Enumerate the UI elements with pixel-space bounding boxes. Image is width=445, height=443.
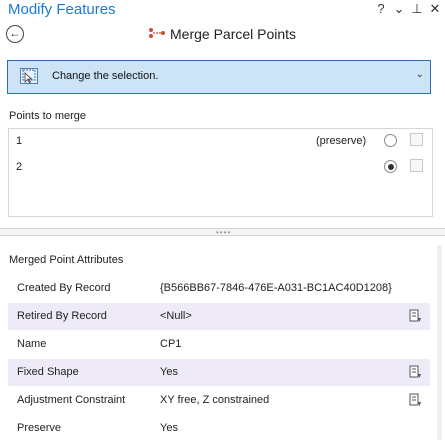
preserve-tag: (preserve) (316, 135, 367, 147)
attribute-row[interactable]: Retired By Record <Null> (8, 303, 430, 331)
flash-point-icon[interactable] (410, 133, 423, 146)
attribute-value[interactable]: {B566BB67-7846-476E-A031-BC1AC40D1208} (160, 282, 392, 294)
flash-point-icon[interactable] (410, 159, 423, 172)
attribute-name: Retired By Record (17, 310, 107, 322)
field-options-icon[interactable] (409, 393, 422, 408)
pin-icon[interactable]: ⊥ (411, 1, 423, 17)
merge-points-icon (148, 27, 166, 42)
points-to-merge-label: Points to merge (9, 110, 87, 122)
point-radio-1[interactable] (384, 134, 397, 147)
attribute-name: Adjustment Constraint (17, 394, 126, 406)
pane-splitter[interactable]: •••• (0, 228, 445, 237)
pane-controls: ? ⌄ ⊥ ✕ (375, 1, 441, 17)
attribute-value[interactable]: <Null> (160, 310, 192, 322)
change-selection-dropdown[interactable]: Change the selection. ⌄ (7, 60, 431, 94)
attribute-value[interactable]: CP1 (160, 338, 181, 350)
point-radio-2[interactable] (384, 160, 397, 173)
field-options-icon[interactable] (409, 365, 422, 380)
pane-titlebar: Modify Features ? ⌄ ⊥ ✕ (0, 0, 445, 22)
attribute-row[interactable]: Name CP1 (8, 331, 430, 359)
merged-attributes-label: Merged Point Attributes (9, 254, 124, 266)
point-row[interactable]: 1 (preserve) (9, 129, 432, 155)
attribute-row[interactable]: Preserve Yes (8, 415, 430, 443)
attribute-row[interactable]: Adjustment Constraint XY free, Z constra… (8, 387, 430, 415)
vertical-scrollbar[interactable] (437, 245, 442, 440)
attribute-name: Created By Record (17, 282, 111, 294)
close-icon[interactable]: ✕ (429, 1, 441, 17)
attribute-row[interactable]: Fixed Shape Yes (8, 359, 430, 387)
field-options-icon[interactable] (409, 309, 422, 324)
attribute-name: Preserve (17, 422, 62, 434)
back-arrow-icon[interactable]: ← (6, 25, 24, 43)
pane-title: Modify Features (8, 1, 116, 18)
tool-header: ← Merge Parcel Points (0, 22, 445, 48)
options-dropdown-icon[interactable]: ⌄ (393, 1, 405, 17)
point-number: 1 (16, 135, 23, 147)
attributes-table: Created By Record {B566BB67-7846-476E-A0… (8, 275, 430, 443)
attribute-name: Name (17, 338, 47, 350)
attribute-value[interactable]: Yes (160, 422, 178, 434)
select-features-icon (20, 68, 38, 84)
point-row[interactable]: 2 (9, 155, 432, 181)
tool-title-label: Merge Parcel Points (170, 26, 297, 42)
points-list: 1 (preserve) 2 (8, 128, 433, 217)
help-icon[interactable]: ? (375, 1, 387, 17)
change-selection-label: Change the selection. (52, 70, 159, 82)
tool-title: Merge Parcel Points (148, 26, 296, 42)
point-number: 2 (16, 161, 23, 173)
chevron-down-icon: ⌄ (415, 69, 424, 80)
attribute-name: Fixed Shape (17, 366, 79, 378)
attribute-value[interactable]: Yes (160, 366, 178, 378)
splitter-grip-icon: •••• (216, 228, 232, 237)
attribute-value[interactable]: XY free, Z constrained (160, 394, 269, 406)
attribute-row[interactable]: Created By Record {B566BB67-7846-476E-A0… (8, 275, 430, 303)
